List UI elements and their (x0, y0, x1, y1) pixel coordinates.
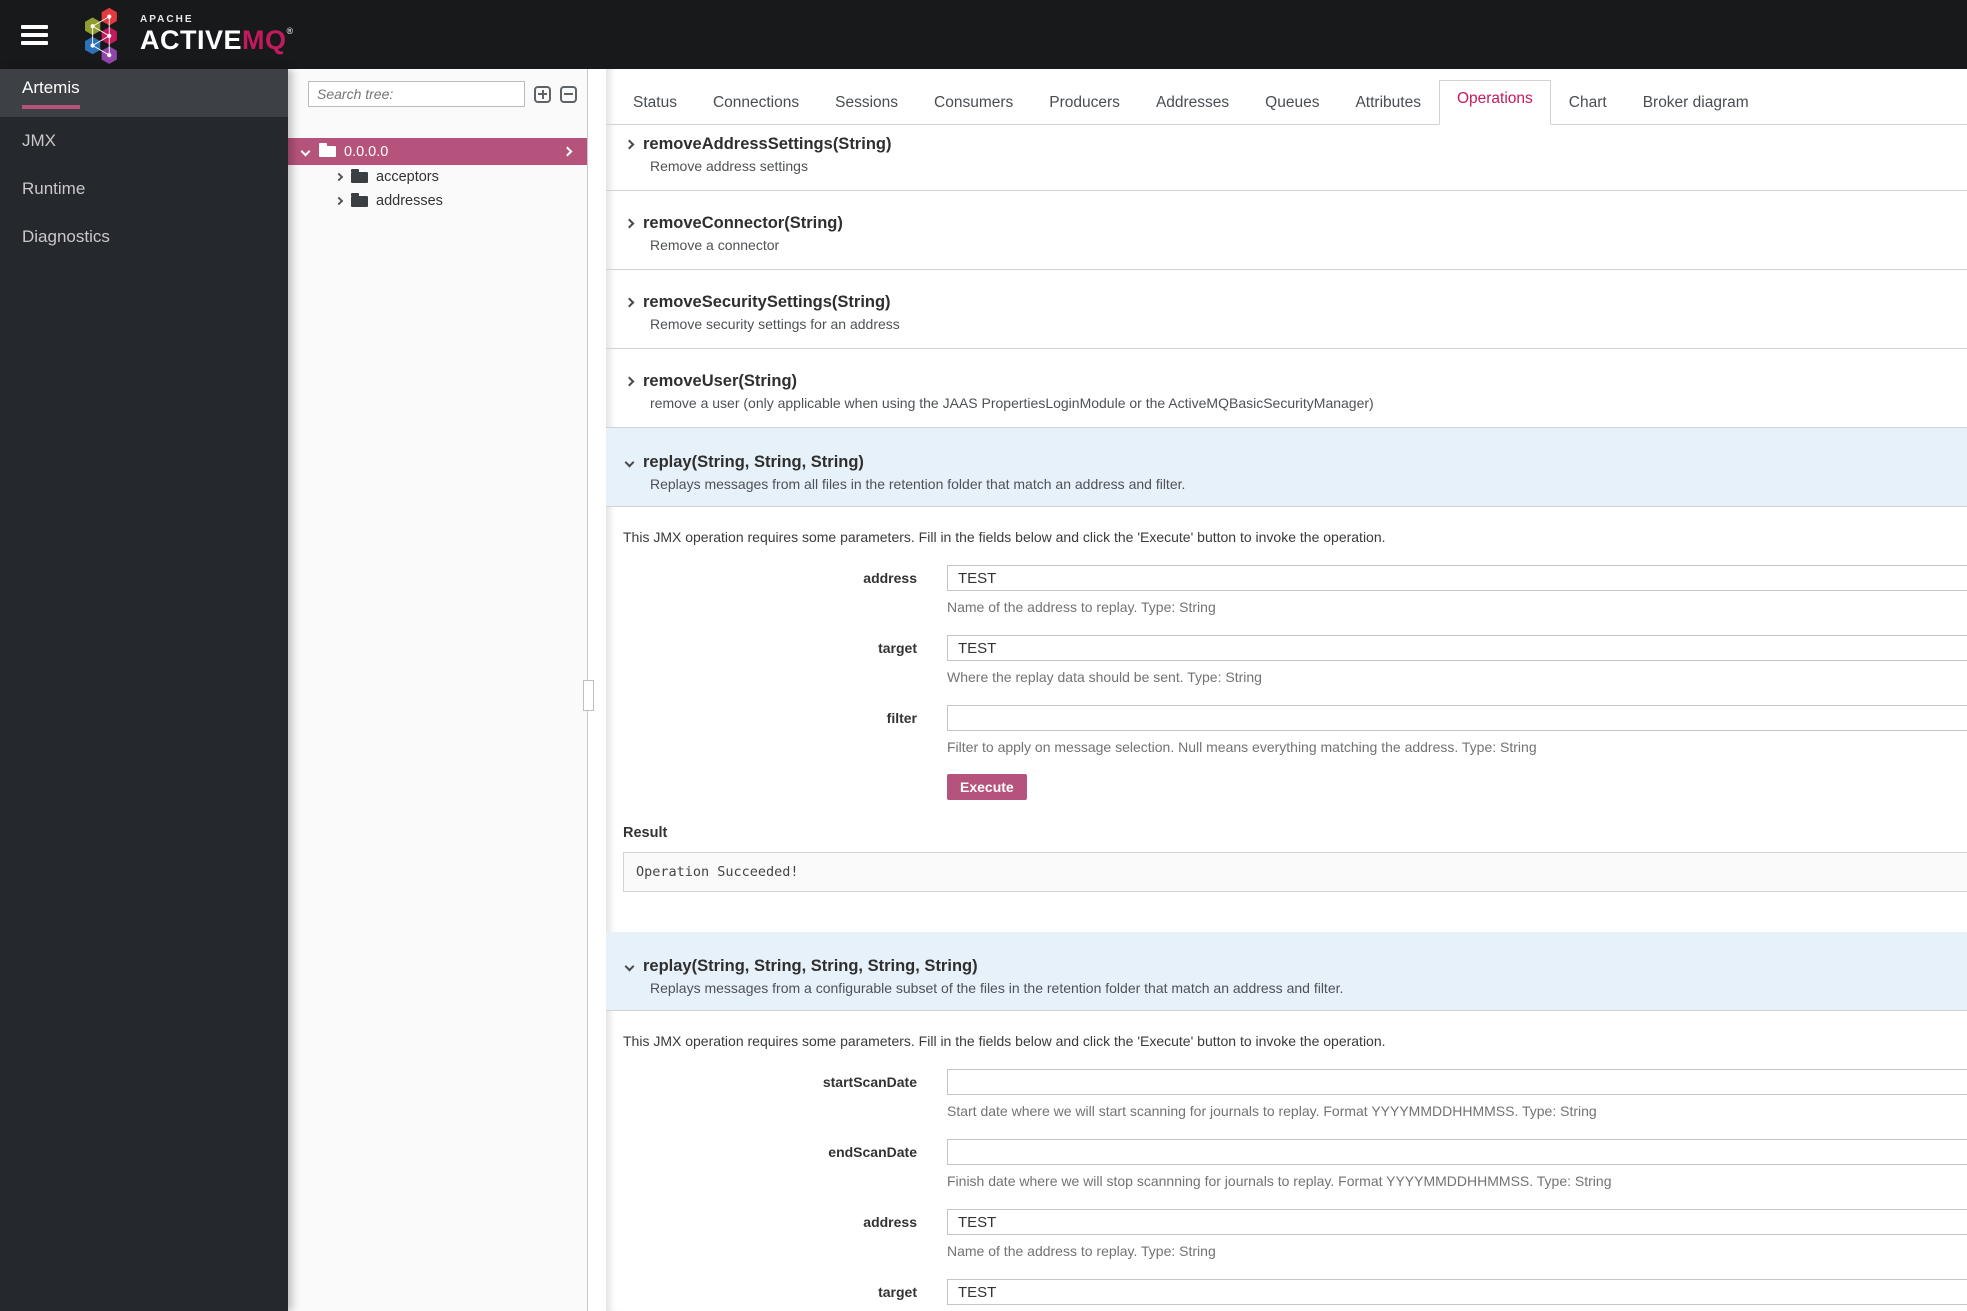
activemq-logo: APACHE ACTIVEMQ® (76, 5, 294, 65)
tab-broker-diagram[interactable]: Broker diagram (1625, 84, 1767, 124)
form-instructions: This JMX operation requires some paramet… (623, 1033, 1386, 1049)
tab-status[interactable]: Status (615, 84, 695, 124)
address-label: address (863, 570, 917, 586)
operation-replay-5-form: This JMX operation requires some paramet… (606, 1011, 1967, 1311)
filter-help: Filter to apply on message selection. Nu… (947, 739, 1537, 755)
logo-apache-text: APACHE (140, 14, 194, 25)
operation-replay-3-form: This JMX operation requires some paramet… (606, 507, 1967, 932)
chevron-right-icon (624, 139, 635, 150)
address-field[interactable] (947, 565, 1967, 591)
tab-connections[interactable]: Connections (695, 84, 817, 124)
broker-tree: 0.0.0.0 acceptors addresses (288, 138, 587, 213)
chevron-right-icon (624, 218, 635, 229)
tab-producers[interactable]: Producers (1031, 84, 1138, 124)
folder-icon (319, 143, 336, 157)
operation-remove-address-settings[interactable]: removeAddressSettings(String) Remove add… (606, 125, 1967, 191)
chevron-right-icon (624, 297, 635, 308)
sidebar-item-diagnostics[interactable]: Diagnostics (0, 213, 288, 261)
tab-queues[interactable]: Queues (1247, 84, 1337, 124)
folder-icon (351, 168, 368, 183)
active-item-underline (22, 104, 80, 109)
panel-splitter (583, 69, 606, 1311)
chevron-right-icon (562, 146, 573, 157)
start-scan-date-field[interactable] (947, 1069, 1967, 1095)
chevron-down-icon (300, 146, 311, 157)
activemq-hexagon-icon (83, 5, 119, 65)
tab-consumers[interactable]: Consumers (916, 84, 1031, 124)
tree-node-label: addresses (376, 193, 443, 209)
target-help: Where the replay data should be sent. Ty… (947, 669, 1262, 685)
sidebar-item-artemis[interactable]: Artemis (0, 69, 288, 117)
chevron-down-icon (624, 457, 635, 468)
collapse-all-icon[interactable] (560, 85, 577, 103)
sidebar-item-jmx[interactable]: JMX (0, 117, 288, 165)
address-help: Name of the address to replay. Type: Str… (947, 599, 1216, 615)
folder-icon (351, 192, 368, 207)
target-label: target (878, 1284, 917, 1300)
tab-addresses[interactable]: Addresses (1138, 84, 1247, 124)
address-label: address (863, 1214, 917, 1230)
expand-all-icon[interactable] (534, 85, 551, 103)
operation-replay-5-header[interactable]: replay(String, String, String, String, S… (606, 932, 1967, 1011)
result-output: Operation Succeeded! (623, 852, 1967, 892)
tab-bar: Status Connections Sessions Consumers Pr… (606, 69, 1967, 125)
hamburger-icon[interactable] (21, 21, 48, 49)
operation-remove-security-settings[interactable]: removeSecuritySettings(String) Remove se… (606, 270, 1967, 349)
end-scan-date-label: endScanDate (828, 1144, 917, 1160)
result-label: Result (623, 825, 668, 841)
main-panel: Status Connections Sessions Consumers Pr… (606, 69, 1967, 1311)
operation-remove-user[interactable]: removeUser(String) remove a user (only a… (606, 349, 1967, 428)
address-field[interactable] (947, 1209, 1967, 1235)
chevron-right-icon (624, 376, 635, 387)
side-nav: Artemis JMX Runtime Diagnostics (0, 69, 288, 1311)
search-tree-input[interactable] (308, 81, 525, 107)
target-field[interactable] (947, 635, 1967, 661)
tree-node-broker[interactable]: 0.0.0.0 (288, 138, 587, 165)
tab-operations[interactable]: Operations (1438, 80, 1551, 125)
target-field[interactable] (947, 1279, 1967, 1305)
form-instructions: This JMX operation requires some paramet… (623, 529, 1386, 545)
filter-field[interactable] (947, 705, 1967, 731)
splitter-drag-handle[interactable] (583, 680, 594, 711)
tree-node-label: acceptors (376, 169, 439, 185)
sidebar-item-runtime[interactable]: Runtime (0, 165, 288, 213)
operation-remove-connector[interactable]: removeConnector(String) Remove a connect… (606, 191, 1967, 270)
address-help: Name of the address to replay. Type: Str… (947, 1243, 1216, 1259)
end-scan-date-help: Finish date where we will stop scannning… (947, 1173, 1612, 1189)
operations-list: removeAddressSettings(String) Remove add… (606, 125, 1967, 1311)
chevron-right-icon (334, 196, 344, 206)
execute-button[interactable]: Execute (947, 774, 1027, 800)
filter-label: filter (886, 710, 917, 726)
tab-sessions[interactable]: Sessions (817, 84, 916, 124)
start-scan-date-help: Start date where we will start scanning … (947, 1103, 1597, 1119)
chevron-right-icon (334, 172, 344, 182)
chevron-down-icon (624, 961, 635, 972)
tab-chart[interactable]: Chart (1551, 84, 1625, 124)
tab-attributes[interactable]: Attributes (1337, 84, 1438, 124)
operation-replay-3-header[interactable]: replay(String, String, String) Replays m… (606, 428, 1967, 507)
target-label: target (878, 640, 917, 656)
tree-node-acceptors[interactable]: acceptors (288, 165, 587, 189)
start-scan-date-label: startScanDate (822, 1074, 917, 1090)
logo-activemq-text: ACTIVEMQ® (140, 25, 294, 55)
tree-node-label: 0.0.0.0 (344, 143, 389, 160)
top-bar: APACHE ACTIVEMQ® (0, 0, 1967, 69)
broker-tree-panel: 0.0.0.0 acceptors addresses (288, 69, 588, 1311)
end-scan-date-field[interactable] (947, 1139, 1967, 1165)
tree-node-addresses[interactable]: addresses (288, 189, 587, 213)
